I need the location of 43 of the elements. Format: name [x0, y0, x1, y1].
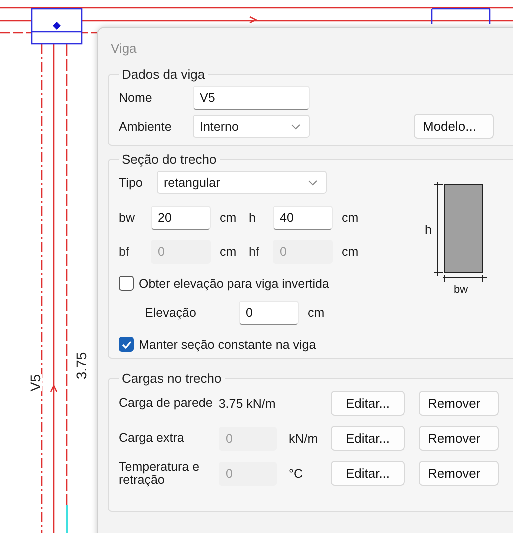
elevation-field[interactable]: 0 [239, 301, 299, 325]
load-label: Temperatura e retração [119, 460, 201, 486]
field-label: h [249, 211, 257, 225]
checkbox-label: Manter seção constante na viga [139, 338, 316, 352]
field-label: bf [119, 245, 130, 259]
load-label: Carga de parede [119, 396, 213, 410]
dimension-field[interactable]: 20 [151, 206, 211, 230]
field-label: Tipo [119, 176, 144, 190]
checkbox-label: Obter elevação para viga invertida [139, 276, 330, 290]
load-label: Carga extra [119, 432, 186, 445]
field-label: hf [249, 245, 260, 259]
edit-button[interactable]: Editar... [331, 391, 405, 416]
width-label: bw [454, 284, 468, 296]
check-icon [122, 340, 132, 348]
unit-label: cm [341, 245, 360, 259]
window-title: Viga [111, 41, 138, 58]
environment-dropdown[interactable]: Interno [193, 115, 310, 138]
name-field[interactable]: V5 [193, 86, 310, 110]
chevron-down-icon [291, 124, 301, 130]
chevron-down-icon [308, 180, 318, 186]
field-label: Ambiente [119, 120, 173, 134]
checkbox[interactable] [119, 276, 134, 291]
group-title: Dados da viga [121, 67, 206, 82]
unit-label: cm [219, 211, 238, 225]
field-label: Nome [119, 91, 154, 105]
checkbox[interactable] [119, 337, 134, 352]
unit-label: cm [307, 306, 325, 320]
field-label: bw [119, 211, 136, 225]
field-label: Elevação [144, 306, 198, 320]
unit-label: cm [219, 245, 238, 259]
dimension-field[interactable]: 40 [273, 206, 333, 230]
unit-label: kN/m [288, 432, 320, 446]
unit-label: cm [341, 211, 360, 225]
span-label: 3.75 [74, 352, 89, 380]
group-title: Seção do trecho [121, 152, 218, 167]
height-label: h [425, 223, 432, 237]
load-value: 3.75 kN/m [218, 396, 276, 410]
unit-label: °C [288, 466, 304, 480]
model-button[interactable]: Modelo... [414, 114, 494, 139]
remove-button[interactable]: Remover [419, 391, 499, 416]
beam-label: V5 [28, 374, 43, 392]
group-title: Cargas no trecho [121, 371, 223, 386]
type-dropdown[interactable]: retangular [157, 171, 327, 194]
